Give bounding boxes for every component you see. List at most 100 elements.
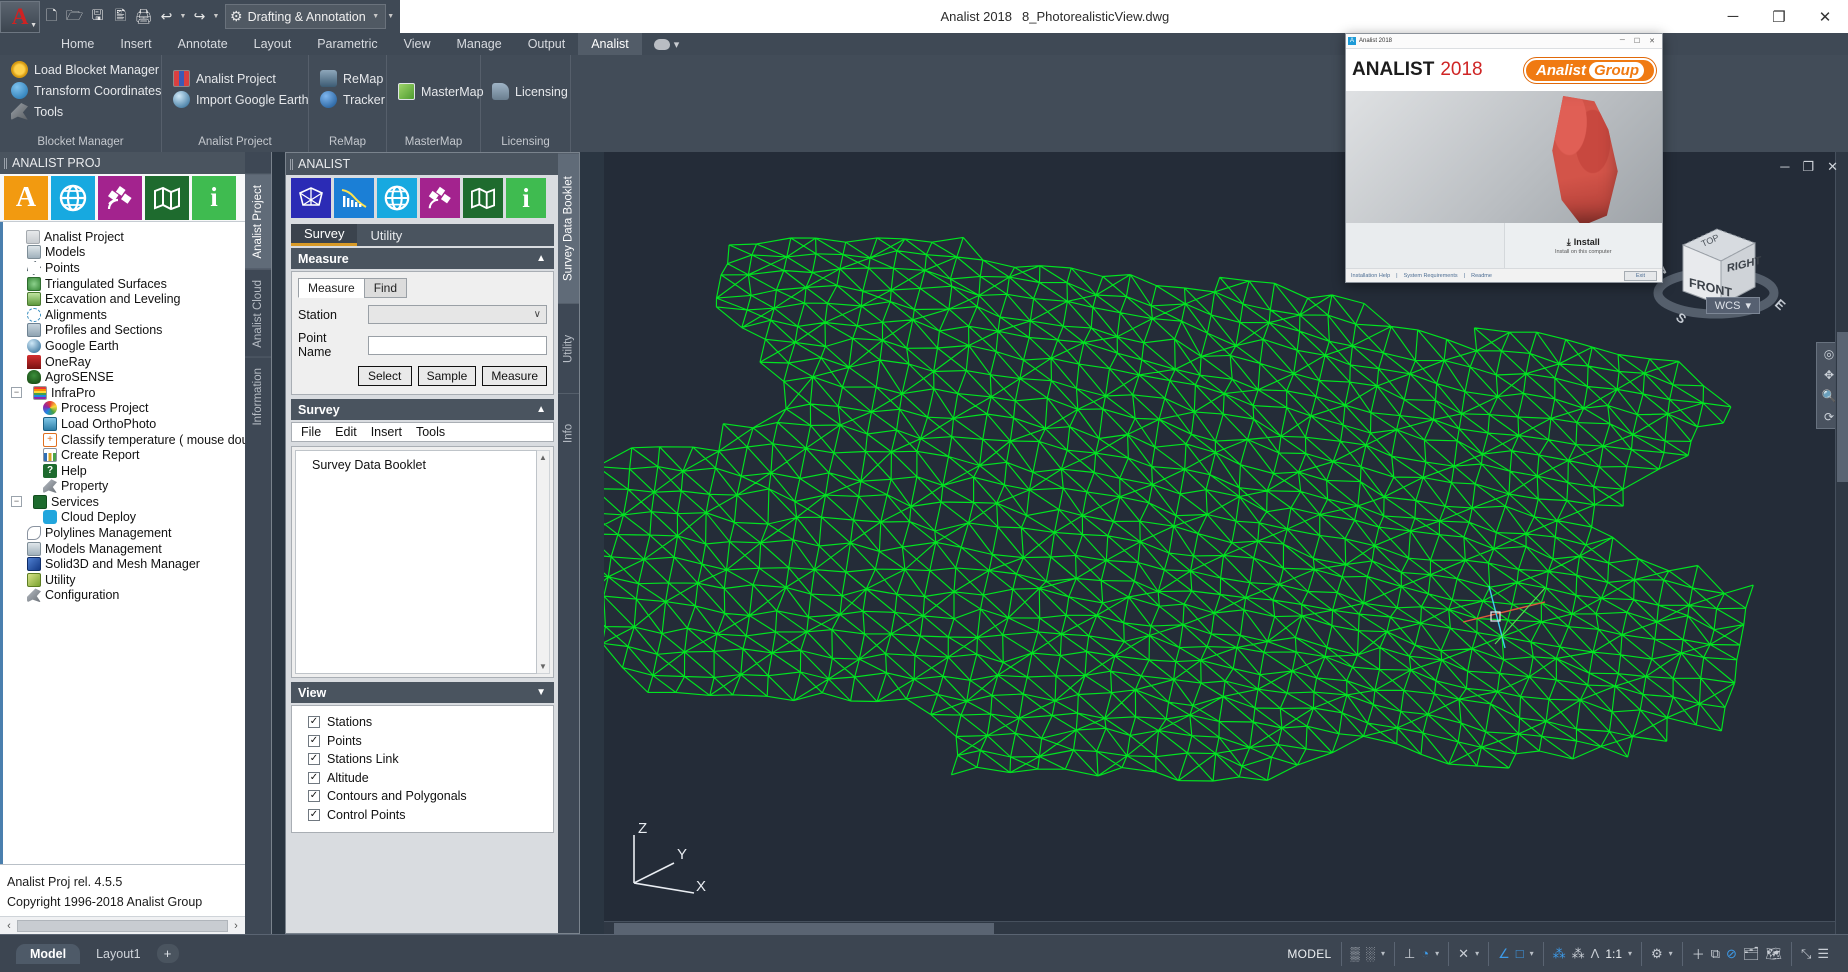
vtab-analist-project[interactable]: Analist Project: [245, 174, 271, 269]
vtab-analist-cloud[interactable]: Analist Cloud: [245, 269, 271, 358]
tree-item-points[interactable]: Points: [9, 260, 245, 276]
open-icon[interactable]: 🗁: [63, 4, 86, 30]
tree-twisty-collapse[interactable]: −: [11, 387, 22, 398]
app-status-icon[interactable]: 🗂: [1743, 946, 1760, 962]
ortho-mode-icon[interactable]: ⊥: [1404, 946, 1415, 962]
tab-output[interactable]: Output: [515, 33, 579, 55]
tab-insert[interactable]: Insert: [107, 33, 164, 55]
snap-dropdown-icon[interactable]: ▾: [1381, 949, 1385, 958]
tree-item-create-report[interactable]: Create Report: [9, 447, 245, 463]
chevron-down-icon[interactable]: ▼: [371, 13, 381, 20]
viewport-vertical-scrollbar[interactable]: [1835, 152, 1848, 934]
ucs-dropdown-icon[interactable]: ▾: [1530, 949, 1534, 958]
redo-dropdown-icon[interactable]: ▼: [211, 13, 221, 20]
checkbox-points[interactable]: ✓: [308, 735, 320, 747]
chevron-up-icon[interactable]: ▲: [536, 253, 546, 264]
import-google-earth-button[interactable]: Import Google Earth: [170, 90, 298, 109]
scale-dropdown-icon[interactable]: ▾: [1628, 949, 1632, 958]
polar-dropdown-icon[interactable]: ▾: [1435, 949, 1439, 958]
tab-model[interactable]: Model: [16, 944, 80, 964]
new-icon[interactable]: 🗋: [40, 4, 63, 30]
installer-close-button[interactable]: ✕: [1649, 37, 1655, 45]
link-system-requirements[interactable]: System Requirements: [1404, 273, 1458, 279]
mesh-icon[interactable]: [291, 178, 331, 218]
checkbox-stations[interactable]: ✓: [308, 716, 320, 728]
horizontal-scrollbar[interactable]: ‹ ›: [0, 916, 245, 934]
viewport-close-button[interactable]: ✕: [1827, 159, 1838, 175]
vtab-survey-data-booklet[interactable]: Survey Data Booklet: [558, 153, 579, 303]
vtab-information[interactable]: Information: [245, 357, 271, 436]
close-button[interactable]: ✕: [1802, 0, 1848, 33]
checkbox-row-points[interactable]: ✓ Points: [308, 732, 553, 751]
workspace-switcher[interactable]: ⚙ Drafting & Annotation ▼: [225, 4, 386, 29]
wcs-selector[interactable]: WCS ▾: [1706, 297, 1760, 314]
inner-tab-find[interactable]: Find: [364, 278, 407, 298]
menu-insert[interactable]: Insert: [371, 425, 402, 439]
globe-icon[interactable]: [51, 176, 95, 220]
clean-screen-icon[interactable]: ⤡: [1801, 946, 1811, 962]
scroll-right-icon[interactable]: ›: [229, 920, 243, 932]
redo-icon[interactable]: ↪: [188, 4, 211, 30]
viewport-restore-button[interactable]: ❐: [1802, 159, 1814, 175]
installer-maximize-button[interactable]: ☐: [1634, 37, 1640, 45]
checkbox-row-stations[interactable]: ✓ Stations: [308, 713, 553, 732]
chart-icon[interactable]: [334, 178, 374, 218]
analist-installer-window[interactable]: A Analist 2018 ─ ☐ ✕ ANALIST 2018 Analis…: [1345, 33, 1663, 283]
tab-parametric[interactable]: Parametric: [304, 33, 390, 55]
isolate-objects-icon[interactable]: ⧉: [1711, 946, 1720, 962]
tree-item-oneray[interactable]: OneRay: [9, 354, 245, 370]
section-header-survey[interactable]: Survey ▲: [291, 399, 554, 420]
tree-item-models[interactable]: Models: [9, 245, 245, 261]
tab-manage[interactable]: Manage: [444, 33, 515, 55]
section-header-view[interactable]: View ▼: [291, 682, 554, 703]
scroll-up-icon[interactable]: ▲: [539, 453, 547, 462]
installer-minimize-button[interactable]: ─: [1620, 37, 1625, 45]
chevron-down-icon[interactable]: ▼: [536, 687, 546, 698]
object-snap-icon[interactable]: ✕: [1458, 946, 1469, 962]
tools-button[interactable]: Tools: [8, 102, 151, 121]
viewcube[interactable]: W E S FRONT RIGHT TOP: [1643, 207, 1793, 352]
tab-utility[interactable]: Utility: [357, 224, 415, 246]
link-installation-help[interactable]: Installation Help: [1351, 273, 1390, 279]
tab-layout1[interactable]: Layout1: [82, 944, 154, 964]
scrollbar-thumb[interactable]: [614, 923, 994, 934]
vtab-info[interactable]: Info: [558, 393, 579, 473]
undo-icon[interactable]: ↩: [155, 4, 178, 30]
ucs-icon[interactable]: □: [1516, 946, 1524, 961]
tree-item-analist-project[interactable]: Analist Project: [9, 229, 245, 245]
inner-tab-measure[interactable]: Measure: [298, 278, 365, 298]
load-blocket-manager-button[interactable]: Load Blocket Manager: [8, 60, 151, 79]
checkbox-altitude[interactable]: ✓: [308, 772, 320, 784]
undo-dropdown-icon[interactable]: ▼: [178, 13, 188, 20]
mastermap-button[interactable]: MasterMap: [395, 82, 470, 101]
chevron-up-icon[interactable]: ▲: [536, 404, 546, 415]
booklet-vertical-scrollbar[interactable]: ▲ ▼: [537, 450, 550, 674]
tree-item-polylines-management[interactable]: Polylines Management: [9, 525, 245, 541]
grid-display-icon[interactable]: ▒: [1351, 946, 1360, 961]
save-icon[interactable]: 🖫: [86, 4, 109, 30]
remap-button[interactable]: ReMap: [317, 69, 376, 88]
tab-survey[interactable]: Survey: [291, 224, 357, 246]
tree-item-property[interactable]: Property: [9, 479, 245, 495]
menu-edit[interactable]: Edit: [335, 425, 357, 439]
scrollbar-thumb[interactable]: [17, 920, 228, 932]
drawing-recovery-icon[interactable]: 🗺: [1765, 946, 1782, 962]
analist-project-button[interactable]: Analist Project: [170, 69, 298, 88]
annotation-scale-icon[interactable]: Λ: [1591, 946, 1600, 961]
tab-layout[interactable]: Layout: [241, 33, 305, 55]
vtab-utility[interactable]: Utility: [558, 303, 579, 393]
transform-coordinates-button[interactable]: Transform Coordinates: [8, 81, 151, 100]
point-name-input[interactable]: [368, 336, 547, 355]
tree-item-triangulated-surfaces[interactable]: Triangulated Surfaces: [9, 276, 245, 292]
polar-tracking-icon[interactable]: ◔: [1421, 946, 1429, 961]
orbit-icon[interactable]: ⟳: [1824, 410, 1834, 424]
hardware-accel-icon[interactable]: ＋: [1692, 944, 1705, 963]
autoscale-icon[interactable]: ⁂: [1572, 946, 1585, 962]
checkbox-control-points[interactable]: ✓: [308, 809, 320, 821]
checkbox-contours-and-polygonals[interactable]: ✓: [308, 790, 320, 802]
tree-item-process-project[interactable]: Process Project: [9, 401, 245, 417]
measure-button[interactable]: Measure: [482, 366, 547, 386]
satellite-icon[interactable]: [98, 176, 142, 220]
tab-home[interactable]: Home: [48, 33, 107, 55]
tree-item-solid3d-and-mesh-manager[interactable]: Solid3D and Mesh Manager: [9, 556, 245, 572]
